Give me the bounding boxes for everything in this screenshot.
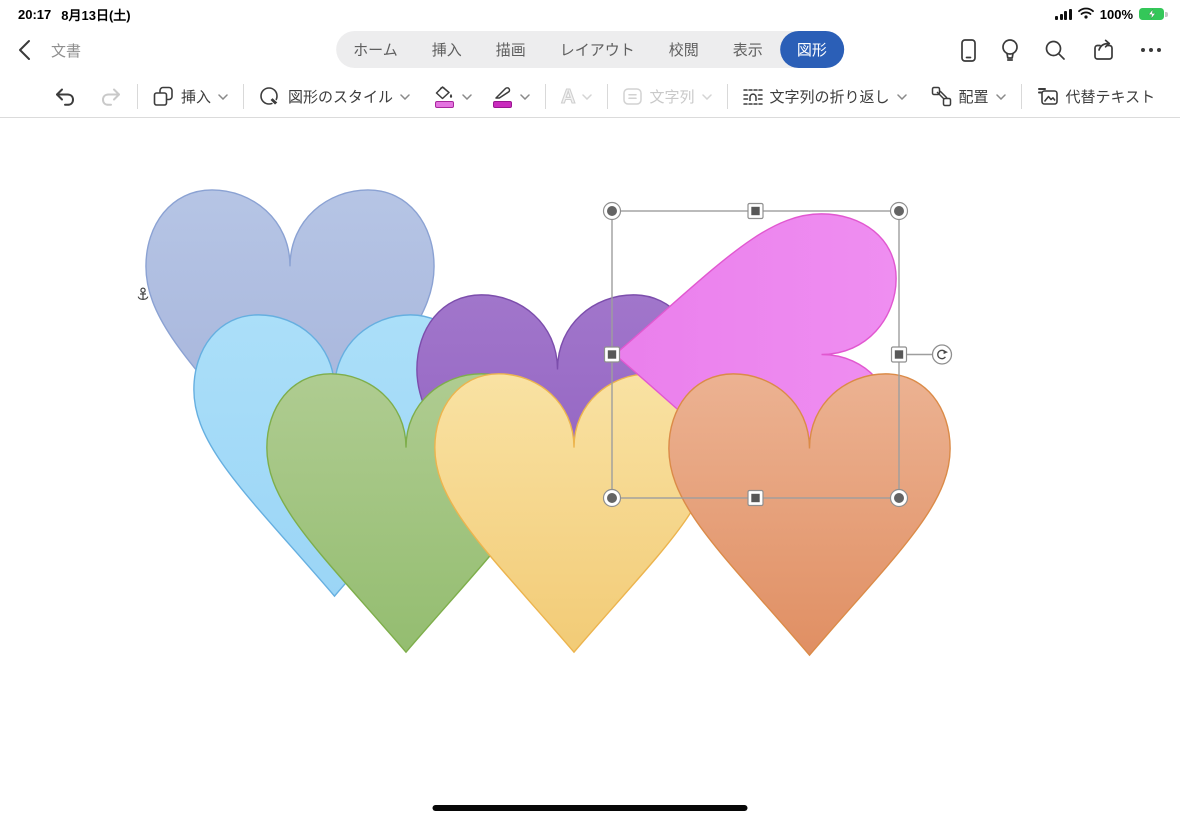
wifi-icon	[1077, 7, 1094, 22]
arrange-icon	[931, 86, 951, 107]
insert-shape-button[interactable]: 挿入	[153, 86, 228, 107]
document-title[interactable]: 文書	[51, 40, 81, 61]
rotate-handle[interactable]	[931, 344, 953, 365]
tab-layout[interactable]: レイアウト	[543, 31, 652, 68]
chevron-down-icon	[701, 93, 712, 100]
alt-text-button[interactable]: 代替テキスト	[1037, 86, 1155, 107]
fill-color-swatch	[435, 100, 455, 108]
drawing-canvas-svg	[137, 119, 953, 820]
battery-percent: 100%	[1099, 6, 1133, 22]
tab-review[interactable]: 校閲	[652, 31, 716, 68]
more-options-button[interactable]	[1140, 47, 1162, 53]
navigation-bar: 文書 ホーム 挿入 描画 レイアウト 校閲 表示 図形	[0, 24, 1180, 76]
ribbon-tab-bar: ホーム 挿入 描画 レイアウト 校閲 表示 図形	[336, 31, 844, 68]
chevron-down-icon	[582, 93, 593, 100]
back-button[interactable]	[18, 39, 31, 61]
shape-style-icon	[260, 87, 279, 106]
resize-handle-edge-dot[interactable]	[607, 350, 617, 359]
resize-handle-edge-dot[interactable]	[751, 493, 760, 503]
tab-insert[interactable]: 挿入	[415, 31, 479, 68]
insert-shape-icon	[153, 86, 173, 106]
status-bar: 20:17 8月13日(土) 100%	[0, 0, 1180, 26]
battery-charging-icon	[1139, 8, 1168, 20]
resize-handle-corner-dot[interactable]	[607, 493, 617, 503]
fill-bucket-icon	[435, 85, 453, 99]
redo-icon	[101, 88, 120, 106]
alt-text-icon	[1037, 88, 1058, 105]
chevron-down-icon	[462, 93, 472, 100]
chevron-down-icon	[218, 93, 228, 100]
resize-handle-edge-dot[interactable]	[894, 350, 904, 359]
fill-color-button[interactable]	[434, 85, 472, 108]
text-box-icon	[623, 88, 643, 105]
cellular-signal-icon	[1055, 8, 1072, 20]
resize-handle-corner-dot[interactable]	[607, 206, 617, 216]
chevron-down-icon	[400, 93, 410, 100]
arrange-button[interactable]: 配置	[931, 86, 1006, 107]
search-icon[interactable]	[1044, 39, 1066, 61]
tab-home[interactable]: ホーム	[336, 31, 415, 68]
text-box-button: 文字列	[623, 86, 712, 107]
tab-draw[interactable]: 描画	[479, 31, 543, 68]
date: 8月13日(土)	[61, 7, 131, 23]
shape-ribbon-toolbar: 挿入 図形のスタイル A 文字列 文字列の折り返し 配置 代替テキスト	[0, 76, 1180, 118]
resize-handle-edge-dot[interactable]	[751, 206, 760, 216]
clock: 20:17	[18, 6, 52, 22]
chevron-down-icon	[995, 93, 1006, 100]
outline-color-button[interactable]	[492, 86, 530, 108]
tips-lightbulb-button[interactable]	[1001, 38, 1019, 62]
outline-pen-icon	[495, 86, 511, 99]
outline-color-swatch	[493, 100, 513, 108]
undo-button[interactable]	[54, 87, 76, 107]
undo-icon	[56, 88, 75, 106]
shape-style-button[interactable]: 図形のスタイル	[259, 86, 410, 107]
text-effects-button: A	[560, 85, 593, 108]
tab-view[interactable]: 表示	[716, 31, 780, 68]
home-indicator[interactable]	[432, 804, 748, 811]
text-wrap-button[interactable]: 文字列の折り返し	[742, 86, 907, 107]
tab-shape[interactable]: 図形	[779, 31, 844, 68]
share-button[interactable]	[1091, 39, 1115, 61]
text-effects-icon: A	[560, 85, 576, 108]
mobile-view-button[interactable]	[961, 38, 976, 62]
document-canvas[interactable]	[0, 119, 1180, 820]
redo-button[interactable]	[100, 87, 122, 107]
resize-handle-corner-dot[interactable]	[894, 206, 904, 216]
object-anchor-icon	[137, 287, 149, 300]
resize-handle-corner-dot[interactable]	[894, 493, 904, 503]
chevron-down-icon	[520, 93, 530, 100]
text-wrap-icon	[742, 88, 763, 105]
chevron-down-icon	[896, 93, 907, 100]
